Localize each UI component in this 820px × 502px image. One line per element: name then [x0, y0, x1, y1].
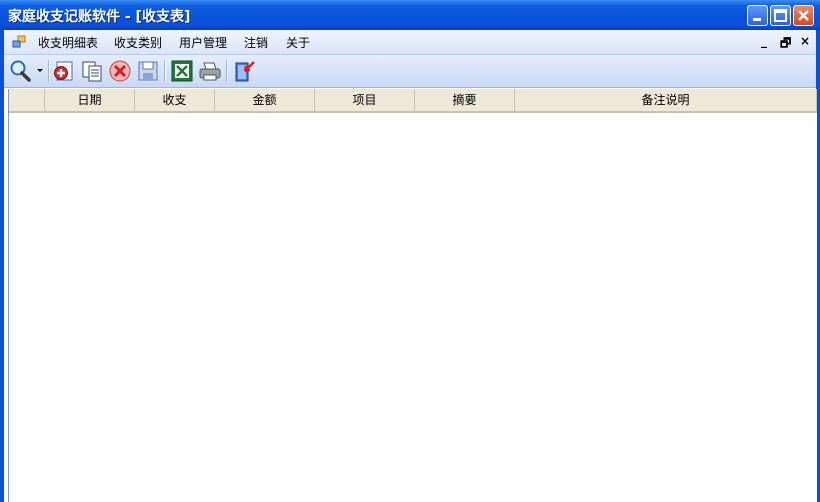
maximize-button[interactable] [770, 5, 791, 26]
client-area: 收支明细表 收支类别 用户管理 注销 关于 _ 🗗 × 日期 收支 金额 项目 … [4, 30, 817, 502]
close-icon [798, 10, 809, 21]
menu-category[interactable]: 收支类别 [114, 34, 162, 51]
column-header-remarks[interactable]: 备注说明 [515, 89, 817, 111]
column-header-item[interactable]: 项目 [315, 89, 415, 111]
minimize-button[interactable] [747, 5, 768, 26]
column-header-type[interactable]: 收支 [135, 89, 215, 111]
separator [226, 60, 228, 82]
close-button[interactable] [793, 5, 814, 26]
search-icon[interactable] [8, 59, 32, 83]
menu-income-detail[interactable]: 收支明细表 [38, 34, 98, 51]
mdi-restore-button[interactable]: 🗗 [780, 34, 791, 55]
toolbar [4, 55, 816, 88]
app-window: 家庭收支记账软件 - [收支表] 收支明细表 收支类别 用户管理 注销 关于 _… [0, 0, 820, 502]
row-selector-header[interactable] [9, 89, 45, 111]
delete-icon[interactable] [108, 59, 132, 83]
mdi-close-button[interactable]: × [800, 34, 810, 48]
menu-about[interactable]: 关于 [286, 34, 310, 51]
window-title: 家庭收支记账软件 - [收支表] [8, 9, 191, 25]
separator [164, 60, 166, 82]
column-header-date[interactable]: 日期 [45, 89, 135, 111]
save-icon[interactable] [136, 59, 160, 83]
menu-user-management[interactable]: 用户管理 [179, 34, 227, 51]
menu-logout[interactable]: 注销 [244, 34, 268, 51]
separator [48, 60, 50, 82]
mdi-minimize-button[interactable]: _ [761, 34, 767, 48]
exit-icon[interactable] [232, 59, 256, 83]
menu-bar: 收支明细表 收支类别 用户管理 注销 关于 _ 🗗 × [4, 30, 816, 55]
title-bar[interactable]: 家庭收支记账软件 - [收支表] [0, 0, 820, 30]
print-icon[interactable] [198, 59, 222, 83]
copy-icon[interactable] [80, 59, 104, 83]
minimize-icon [753, 18, 761, 21]
app-doc-icon [12, 35, 26, 48]
dropdown-arrow-icon[interactable] [37, 69, 43, 73]
data-grid[interactable]: 日期 收支 金额 项目 摘要 备注说明 [8, 89, 817, 502]
column-header-amount[interactable]: 金额 [215, 89, 315, 111]
maximize-icon [774, 9, 787, 22]
add-icon[interactable] [52, 59, 76, 83]
excel-icon[interactable] [170, 59, 194, 83]
grid-header: 日期 收支 金额 项目 摘要 备注说明 [9, 89, 817, 113]
column-header-summary[interactable]: 摘要 [415, 89, 515, 111]
